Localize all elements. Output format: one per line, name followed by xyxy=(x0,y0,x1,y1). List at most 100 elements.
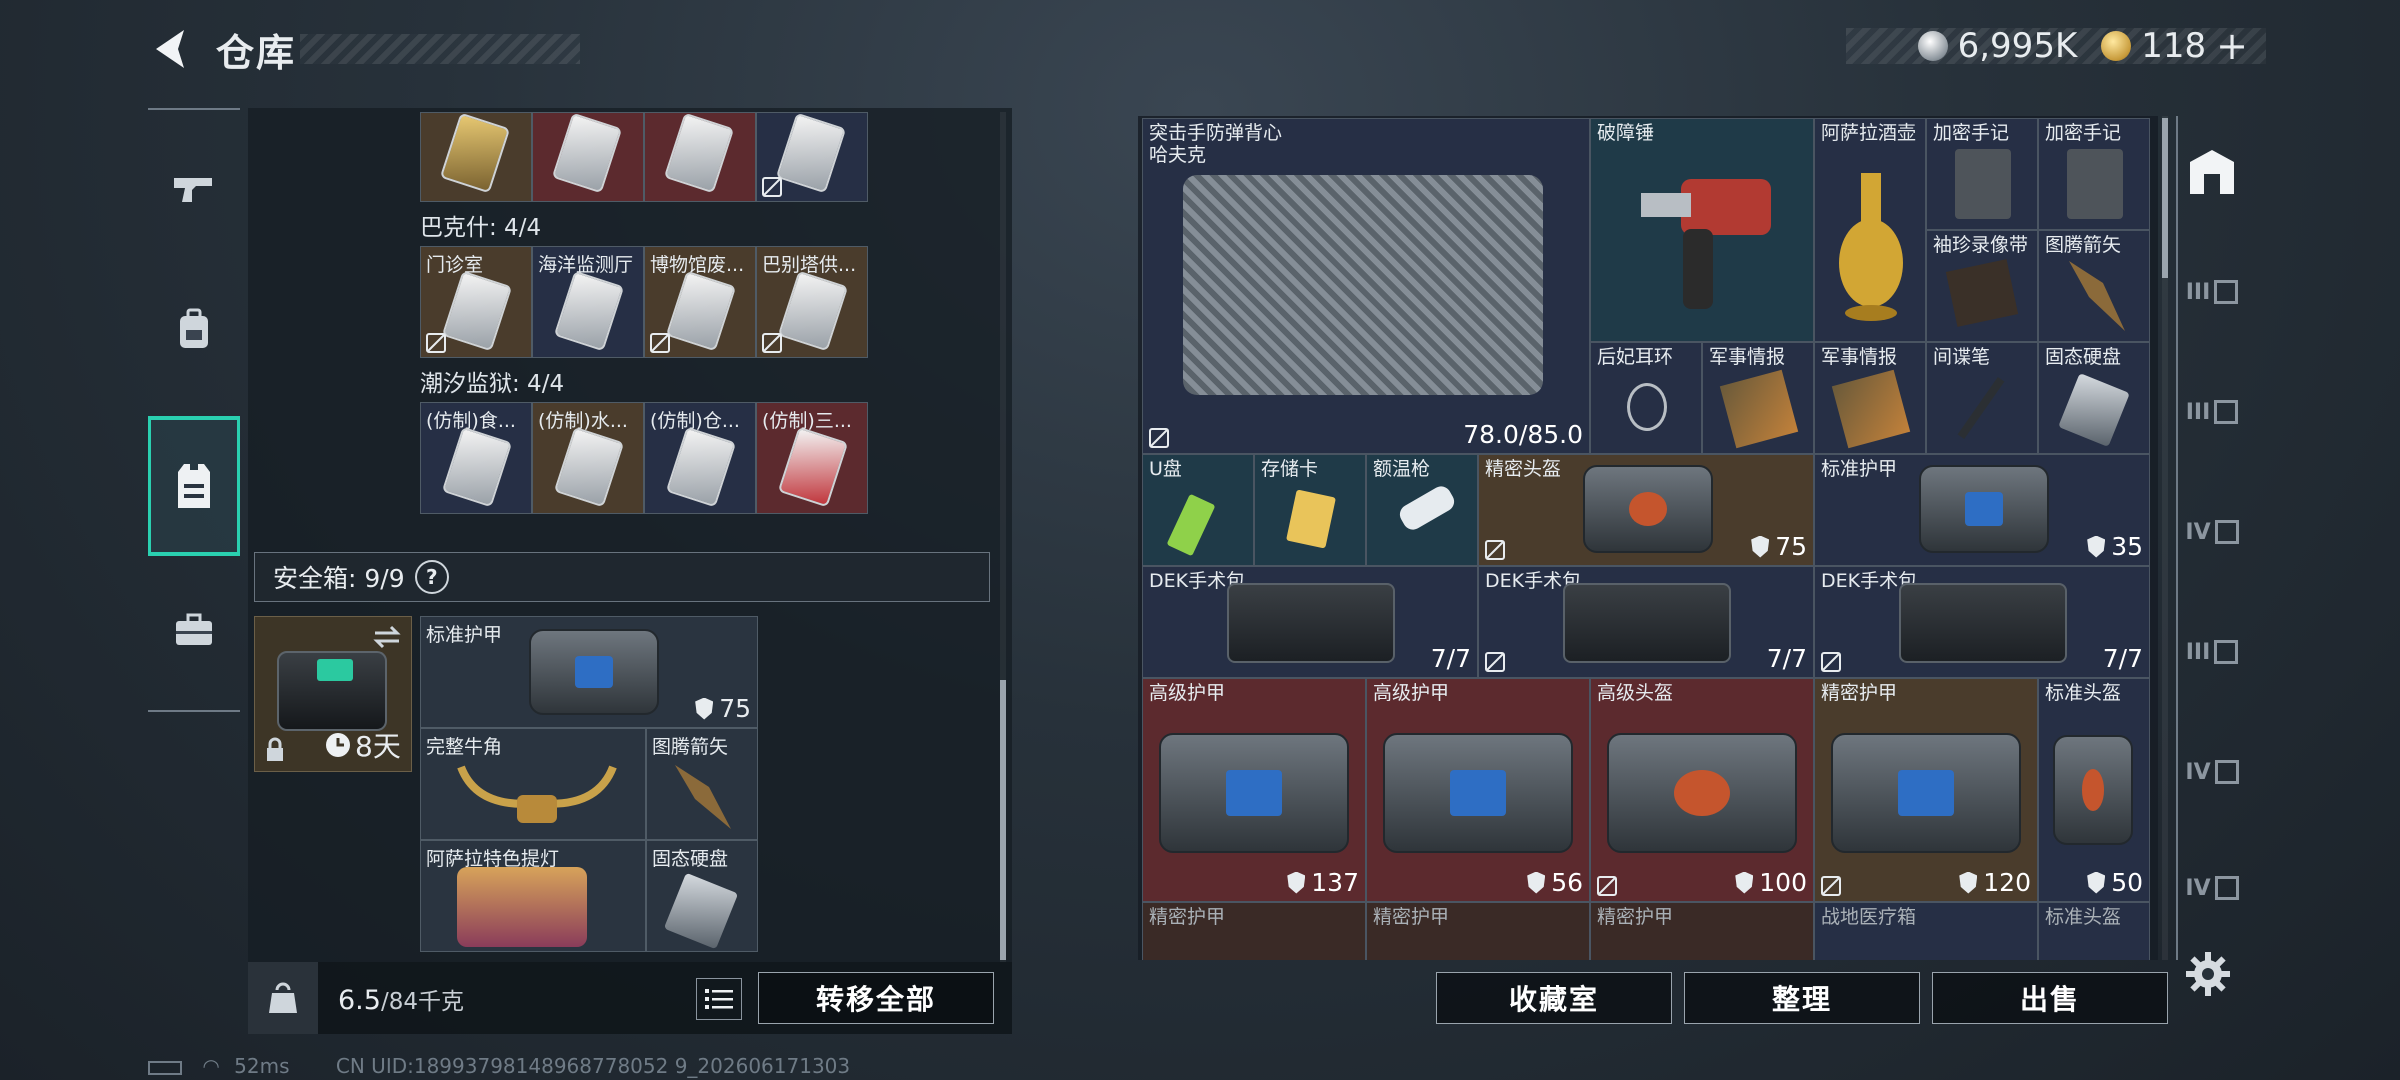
stash-item[interactable]: 阿萨拉酒壶 xyxy=(1814,118,1926,342)
stash-item[interactable]: 袖珍录像带 xyxy=(1926,230,2038,342)
silver-coin-icon xyxy=(1917,31,1948,61)
stash-page-tab[interactable]: IV xyxy=(2184,504,2240,560)
safe-item-slot[interactable]: 图腾箭矢 xyxy=(646,728,758,840)
add-currency-button[interactable]: + xyxy=(2216,24,2248,68)
stash-item[interactable]: 精密头盔 75 xyxy=(1478,454,1814,566)
collection-card-slot[interactable]: (仿制)三... xyxy=(756,402,868,514)
collection-card-slot[interactable]: 门诊室 xyxy=(420,246,532,358)
stash-item[interactable]: 标准头盔 50 xyxy=(2038,678,2150,902)
nav-tools[interactable] xyxy=(148,560,240,700)
collection-card-slot[interactable] xyxy=(420,112,532,202)
left-scroll-thumb[interactable] xyxy=(1000,680,1006,960)
ping-readout: 52ms xyxy=(234,1054,290,1078)
stash-item[interactable]: 高级护甲 56 xyxy=(1366,678,1590,902)
status-bar: ◠ 52ms CN UID:18993798148968778052 9_202… xyxy=(148,1054,850,1078)
stash-item[interactable]: 固态硬盘 xyxy=(2038,342,2150,454)
gold-coin-icon xyxy=(2101,31,2132,61)
stash-item[interactable]: 后妃耳环 xyxy=(1590,342,1702,454)
padlock-icon xyxy=(267,737,283,761)
safe-box-case[interactable]: 8天 xyxy=(254,616,412,772)
locked-icon xyxy=(762,333,782,353)
weight-readout: 6.5/84千克 xyxy=(338,985,464,1016)
locked-icon xyxy=(1485,652,1505,672)
stash-item[interactable]: 精密护甲 xyxy=(1142,902,1366,960)
sell-button[interactable]: 出售 xyxy=(1932,972,2168,1024)
collection-card-slot[interactable]: 巴别塔供... xyxy=(756,246,868,358)
stash-item[interactable]: DEK手术包 7/7 xyxy=(1814,566,2150,678)
collection-card-slot[interactable]: (仿制)食... xyxy=(420,402,532,514)
locked-icon xyxy=(1821,652,1841,672)
stash-item[interactable]: DEK手术包 7/7 xyxy=(1478,566,1814,678)
stash-page-tab[interactable]: IV xyxy=(2184,744,2240,800)
nav-weapons[interactable] xyxy=(148,120,240,260)
safe-item-slot[interactable]: 标准护甲 75 xyxy=(420,616,758,728)
collection-card-slot[interactable] xyxy=(532,112,644,202)
stash-page-nav: III III IV III IV IV xyxy=(2176,116,2244,960)
backpack-icon xyxy=(180,308,208,348)
toolbox-icon xyxy=(176,613,212,645)
stash-page-tab[interactable]: III xyxy=(2184,264,2240,320)
safe-item-slot[interactable]: 完整牛角 xyxy=(420,728,646,840)
collection-card-slot[interactable]: (仿制)水... xyxy=(532,402,644,514)
locked-icon xyxy=(1597,876,1617,896)
nav-armor[interactable] xyxy=(148,416,240,556)
stash-item[interactable]: 标准护甲 35 xyxy=(1814,454,2150,566)
stash-item[interactable]: DEK手术包 7/7 xyxy=(1142,566,1478,678)
stash-item[interactable]: 加密手记 xyxy=(2038,118,2150,230)
stash-item[interactable]: 间谍笔 xyxy=(1926,342,2038,454)
stash-item[interactable]: 图腾箭矢 xyxy=(2038,230,2150,342)
shield-icon xyxy=(695,697,714,720)
shield-icon xyxy=(1735,871,1754,894)
stash-page-tab[interactable]: III xyxy=(2184,624,2240,680)
list-icon xyxy=(705,989,733,1009)
stash-item[interactable]: 军事情报 xyxy=(1814,342,1926,454)
stash-page-tab[interactable]: IV xyxy=(2184,860,2240,916)
stash-item[interactable]: 破障锤 xyxy=(1590,118,1814,342)
stash-home-icon xyxy=(2190,150,2234,194)
shield-icon xyxy=(1959,871,1978,894)
stash-item[interactable]: 战地医疗箱 xyxy=(1814,902,2038,960)
stash-item-vest[interactable]: 突击手防弹背心 哈夫克 78.0/85.0 xyxy=(1142,118,1590,454)
stash-item[interactable]: 高级护甲 137 xyxy=(1142,678,1366,902)
stash-item[interactable]: 存储卡 xyxy=(1254,454,1366,566)
stash-scroll-thumb[interactable] xyxy=(2162,118,2168,278)
stash-page-tab[interactable]: III xyxy=(2184,384,2240,440)
collection-card-slot[interactable] xyxy=(756,112,868,202)
stash-item[interactable]: 额温枪 xyxy=(1366,454,1478,566)
clock-icon xyxy=(326,733,350,757)
horn-art xyxy=(457,765,617,823)
stash-page-main[interactable] xyxy=(2184,144,2240,200)
safe-item-slot[interactable]: 固态硬盘 xyxy=(646,840,758,952)
stash-item[interactable]: 高级头盔 100 xyxy=(1590,678,1814,902)
transfer-all-button[interactable]: 转移全部 xyxy=(758,972,994,1024)
stash-item[interactable]: 军事情报 xyxy=(1702,342,1814,454)
gold-currency-amount: 118 xyxy=(2141,26,2207,66)
lantern-art xyxy=(457,867,587,947)
swap-icon[interactable] xyxy=(371,625,403,649)
stash-item[interactable]: 标准头盔 xyxy=(2038,902,2150,960)
stash-item[interactable]: 精密护甲 xyxy=(1366,902,1590,960)
locked-icon xyxy=(1149,428,1169,448)
currency-bar: 6,995K 118 + xyxy=(1846,24,2266,68)
organize-button[interactable]: 整理 xyxy=(1684,972,1920,1024)
nav-backpack[interactable] xyxy=(148,260,240,400)
settings-gear-icon[interactable] xyxy=(2186,952,2230,996)
safe-item-slot[interactable]: 阿萨拉特色提灯 xyxy=(420,840,646,952)
locked-icon xyxy=(762,177,782,197)
stash-item[interactable]: U盘 xyxy=(1142,454,1254,566)
stash-item[interactable]: 精密护甲 xyxy=(1590,902,1814,960)
list-view-button[interactable] xyxy=(696,978,742,1020)
stash-item[interactable]: 精密护甲 120 xyxy=(1814,678,2038,902)
left-category-nav xyxy=(148,108,240,712)
wifi-icon: ◠ xyxy=(202,1054,220,1078)
help-button[interactable]: ? xyxy=(407,552,456,602)
arrowhead-art xyxy=(675,765,731,829)
collection-room-button[interactable]: 收藏室 xyxy=(1436,972,1672,1024)
drill-art xyxy=(1641,179,1771,309)
back-arrow-icon[interactable] xyxy=(148,26,194,72)
collection-card-slot[interactable]: 博物馆废... xyxy=(644,246,756,358)
stash-item[interactable]: 加密手记 xyxy=(1926,118,2038,230)
collection-card-slot[interactable]: 海洋监测厅 xyxy=(532,246,644,358)
collection-card-slot[interactable]: (仿制)仓... xyxy=(644,402,756,514)
collection-card-slot[interactable] xyxy=(644,112,756,202)
